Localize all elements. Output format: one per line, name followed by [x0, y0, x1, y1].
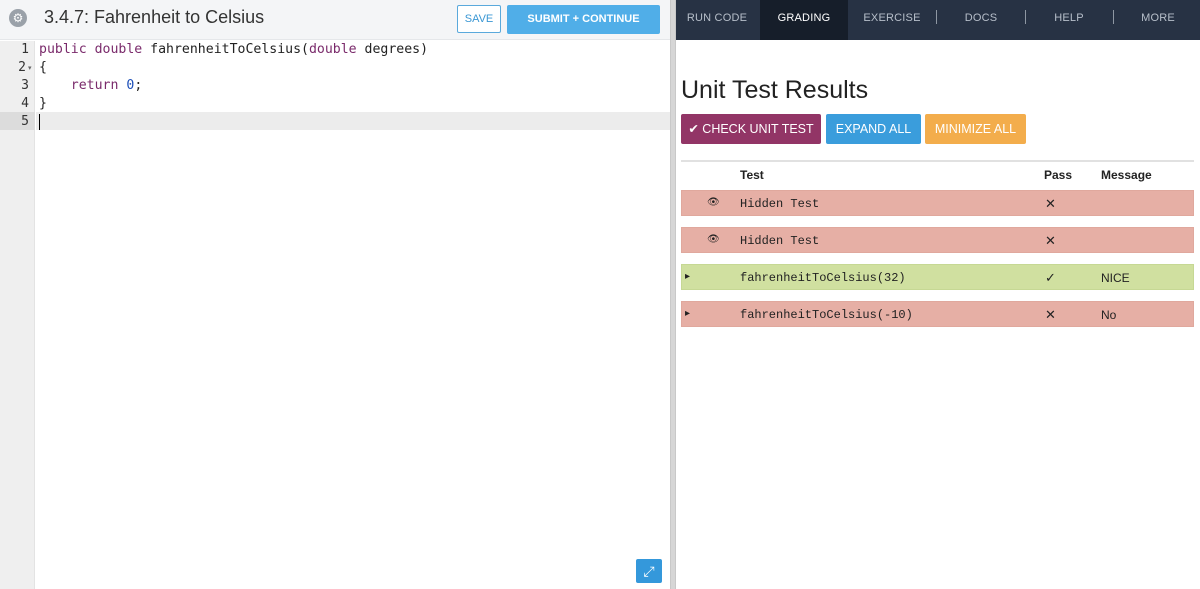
editor-topbar: ⚙ 3.4.7: Fahrenheit to Celsius SAVE SUBM… [0, 0, 670, 40]
pass-check-icon: ✓ [1045, 270, 1056, 285]
caret-right-icon[interactable]: ▸ [685, 301, 690, 327]
tab-docs[interactable]: DOCS [946, 0, 1016, 40]
tab-help[interactable]: HELP [1034, 0, 1104, 40]
test-message: No [1101, 308, 1117, 322]
column-header-pass: Pass [1044, 168, 1073, 182]
code-token: return [70, 78, 119, 93]
test-name: Hidden Test [740, 197, 820, 211]
results-pane: RUN CODE GRADING EXERCISE DOCS HELP MORE… [676, 0, 1200, 589]
check-unit-test-button[interactable]: ✔ CHECK UNIT TEST [681, 114, 821, 144]
line-number: 1 [21, 42, 29, 57]
code-token: degrees) [356, 42, 429, 57]
code-line[interactable]: return 0; [39, 77, 143, 95]
save-button[interactable]: SAVE [457, 5, 501, 33]
fail-x-icon: ✕ [1045, 307, 1056, 322]
test-message: NICE [1101, 271, 1130, 285]
nav-divider [1025, 10, 1026, 24]
line-number: 3 [21, 78, 29, 93]
column-header-test: Test [740, 168, 764, 182]
caret-right-icon[interactable]: ▸ [685, 264, 690, 290]
table-top-border [681, 160, 1194, 162]
table-row[interactable]: ▸ fahrenheitToCelsius(-10) ✕ No [681, 301, 1194, 327]
results-title: Unit Test Results [681, 76, 869, 104]
app-window: ⚙ 3.4.7: Fahrenheit to Celsius SAVE SUBM… [0, 0, 1200, 589]
line-number: 2 [18, 60, 26, 75]
code-token: public [39, 42, 87, 57]
code-token: double [94, 42, 143, 57]
tab-exercise[interactable]: EXERCISE [856, 0, 928, 40]
nav-divider [936, 10, 937, 24]
fullscreen-expand-icon[interactable]: ⤢ [636, 559, 662, 583]
nav-divider [1113, 10, 1114, 24]
code-token: fahrenheitToCelsius( [142, 42, 309, 57]
expand-all-button[interactable]: EXPAND ALL [826, 114, 921, 144]
fold-toggle-icon[interactable]: ▾ [28, 60, 32, 78]
code-token: ; [134, 78, 143, 93]
table-row[interactable]: 👁 Hidden Test ✕ [681, 227, 1194, 253]
line-number: 5 [21, 114, 29, 129]
test-name: Hidden Test [740, 234, 820, 248]
fail-x-icon: ✕ [1045, 196, 1056, 211]
fail-x-icon: ✕ [1045, 233, 1056, 248]
code-token: double [308, 42, 357, 57]
table-row[interactable]: 👁 Hidden Test ✕ [681, 190, 1194, 216]
column-header-message: Message [1101, 168, 1152, 182]
exercise-title: 3.4.7: Fahrenheit to Celsius [44, 7, 265, 27]
hidden-eye-icon: 👁 [707, 197, 720, 208]
code-line[interactable]: { [39, 59, 47, 77]
table-row[interactable]: ▸ fahrenheitToCelsius(32) ✓ NICE [681, 264, 1194, 290]
settings-icon[interactable]: ⚙ [9, 9, 27, 27]
code-line[interactable]: } [39, 95, 47, 113]
minimize-all-button[interactable]: MINIMIZE ALL [925, 114, 1026, 144]
active-line-highlight [36, 112, 670, 130]
editor-pane: ⚙ 3.4.7: Fahrenheit to Celsius SAVE SUBM… [0, 0, 670, 589]
tab-more[interactable]: MORE [1122, 0, 1194, 40]
top-nav: RUN CODE GRADING EXERCISE DOCS HELP MORE [676, 0, 1200, 40]
line-number: 4 [21, 96, 29, 111]
tab-run-code[interactable]: RUN CODE [676, 0, 758, 40]
tab-grading[interactable]: GRADING [760, 0, 848, 40]
code-line[interactable]: public double fahrenheitToCelsius(double… [39, 41, 428, 59]
hidden-eye-icon: 👁 [707, 234, 720, 245]
test-name: fahrenheitToCelsius(-10) [740, 308, 913, 322]
submit-continue-button[interactable]: SUBMIT + CONTINUE [507, 5, 660, 34]
test-name: fahrenheitToCelsius(32) [740, 271, 906, 285]
text-cursor [39, 114, 40, 130]
